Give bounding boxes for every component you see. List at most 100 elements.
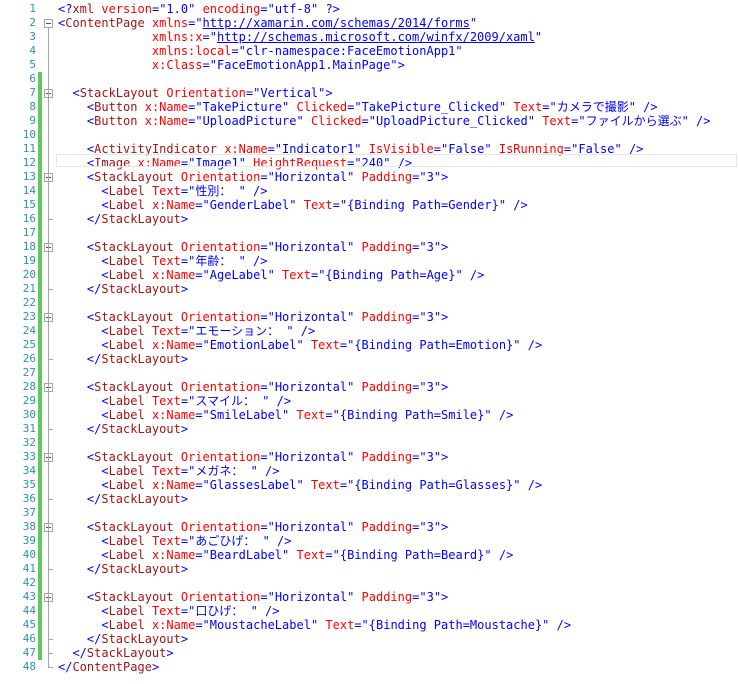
code-line[interactable]: 43 <StackLayout Orientation="Horizontal"… bbox=[0, 590, 738, 604]
code-line[interactable]: 40 <Label x:Name="BeardLabel" Text="{Bin… bbox=[0, 548, 738, 562]
code-text[interactable]: </StackLayout> bbox=[58, 212, 188, 226]
code-line[interactable]: 16 </StackLayout> bbox=[0, 212, 738, 226]
code-line[interactable]: 42 bbox=[0, 576, 738, 590]
code-text[interactable]: <Label Text="性別： " /> bbox=[58, 184, 267, 198]
code-text[interactable]: <Label x:Name="MoustacheLabel" Text="{Bi… bbox=[58, 618, 571, 632]
code-line[interactable]: 2 <ContentPage xmlns="http://xamarin.com/… bbox=[0, 16, 738, 30]
code-text[interactable]: <Label Text="年齢： " /> bbox=[58, 254, 267, 268]
code-text[interactable]: <StackLayout Orientation="Horizontal" Pa… bbox=[58, 520, 448, 534]
code-line[interactable]: 33 <StackLayout Orientation="Horizontal"… bbox=[0, 450, 738, 464]
code-line[interactable]: 1 <?xml version="1.0" encoding="utf-8" ?> bbox=[0, 2, 738, 16]
code-line[interactable]: 46 </StackLayout> bbox=[0, 632, 738, 646]
code-line[interactable]: 39 <Label Text="あごひげ： " /> bbox=[0, 534, 738, 548]
code-text[interactable]: <StackLayout Orientation="Horizontal" Pa… bbox=[58, 450, 448, 464]
code-line[interactable]: 31 </StackLayout> bbox=[0, 422, 738, 436]
code-text[interactable]: <Label Text="スマイル： " /> bbox=[58, 394, 291, 408]
code-line[interactable]: 17 bbox=[0, 226, 738, 240]
code-line[interactable]: 12 <Image x:Name="Image1" HeightRequest=… bbox=[0, 156, 738, 170]
code-text[interactable]: <Label Text="メガネ： " /> bbox=[58, 464, 279, 478]
xaml-code-editor[interactable]: 1 <?xml version="1.0" encoding="utf-8" ?>… bbox=[0, 0, 738, 684]
code-line[interactable]: 13 <StackLayout Orientation="Horizontal"… bbox=[0, 170, 738, 184]
code-text[interactable]: </StackLayout> bbox=[58, 492, 188, 506]
code-line[interactable]: 48 </ContentPage> bbox=[0, 660, 738, 674]
code-line[interactable]: 44 <Label Text="口ひげ： " /> bbox=[0, 604, 738, 618]
line-number: 1 bbox=[29, 2, 36, 15]
code-text[interactable]: <Button x:Name="UploadPicture" Clicked="… bbox=[58, 114, 711, 128]
code-line[interactable]: 30 <Label x:Name="SmileLabel" Text="{Bin… bbox=[0, 408, 738, 422]
code-line[interactable]: 36 </StackLayout> bbox=[0, 492, 738, 506]
code-line[interactable]: 24 <Label Text="エモーション： " /> bbox=[0, 324, 738, 338]
code-line[interactable]: 29 <Label Text="スマイル： " /> bbox=[0, 394, 738, 408]
code-text[interactable]: <Label x:Name="EmotionLabel" Text="{Bind… bbox=[58, 338, 542, 352]
code-line[interactable]: 27 bbox=[0, 366, 738, 380]
code-text[interactable]: </StackLayout> bbox=[58, 422, 188, 436]
code-text[interactable]: <StackLayout Orientation="Vertical"> bbox=[58, 86, 332, 100]
code-line[interactable]: 22 bbox=[0, 296, 738, 310]
code-line[interactable]: 15 <Label x:Name="GenderLabel" Text="{Bi… bbox=[0, 198, 738, 212]
code-text[interactable]: <ContentPage xmlns="http://xamarin.com/s… bbox=[58, 16, 477, 30]
code-token: Horizontal bbox=[274, 170, 348, 184]
code-text[interactable]: <Label x:Name="GlassesLabel" Text="{Bind… bbox=[58, 478, 542, 492]
code-line[interactable]: 41 </StackLayout> bbox=[0, 562, 738, 576]
url-link[interactable]: http://xamarin.com/schemas/2014/forms bbox=[203, 16, 470, 30]
code-text[interactable]: <StackLayout Orientation="Horizontal" Pa… bbox=[58, 590, 448, 604]
code-line[interactable]: 10 bbox=[0, 128, 738, 142]
code-line[interactable]: 7 <StackLayout Orientation="Vertical"> bbox=[0, 86, 738, 100]
code-line[interactable]: 6 bbox=[0, 72, 738, 86]
code-line[interactable]: 4 xmlns:local="clr-namespace:FaceEmotion… bbox=[0, 44, 738, 58]
code-text[interactable]: </ContentPage> bbox=[58, 660, 159, 674]
code-line[interactable]: 34 <Label Text="メガネ： " /> bbox=[0, 464, 738, 478]
code-line[interactable]: 20 <Label x:Name="AgeLabel" Text="{Bindi… bbox=[0, 268, 738, 282]
code-text[interactable]: xmlns:x="http://schemas.microsoft.com/wi… bbox=[58, 30, 542, 44]
code-line[interactable]: 18 <StackLayout Orientation="Horizontal"… bbox=[0, 240, 738, 254]
code-text[interactable]: </StackLayout> bbox=[58, 562, 188, 576]
code-text[interactable]: <Label x:Name="GenderLabel" Text="{Bindi… bbox=[58, 198, 527, 212]
code-text[interactable]: <StackLayout Orientation="Horizontal" Pa… bbox=[58, 170, 448, 184]
code-line[interactable]: 23 <StackLayout Orientation="Horizontal"… bbox=[0, 310, 738, 324]
code-text[interactable]: <Button x:Name="TakePicture" Clicked="Ta… bbox=[58, 100, 658, 114]
code-text[interactable]: <Label Text="あごひげ： " /> bbox=[58, 534, 291, 548]
code-text[interactable]: <Label x:Name="SmileLabel" Text="{Bindin… bbox=[58, 408, 513, 422]
code-text[interactable]: <Label x:Name="BeardLabel" Text="{Bindin… bbox=[58, 548, 513, 562]
code-line[interactable]: 38 <StackLayout Orientation="Horizontal"… bbox=[0, 520, 738, 534]
code-line[interactable]: 35 <Label x:Name="GlassesLabel" Text="{B… bbox=[0, 478, 738, 492]
code-line[interactable]: 3 xmlns:x="http://schemas.microsoft.com/… bbox=[0, 30, 738, 44]
code-text[interactable]: <Label Text="エモーション： " /> bbox=[58, 324, 315, 338]
code-line[interactable]: 45 <Label x:Name="MoustacheLabel" Text="… bbox=[0, 618, 738, 632]
code-line[interactable]: 9 <Button x:Name="UploadPicture" Clicked… bbox=[0, 114, 738, 128]
code-text[interactable]: </StackLayout> bbox=[58, 632, 188, 646]
code-token: = bbox=[260, 2, 268, 16]
line-number: 30 bbox=[22, 408, 36, 421]
code-line[interactable]: 37 bbox=[0, 506, 738, 520]
code-line[interactable]: 47 </StackLayout> bbox=[0, 646, 738, 660]
code-line[interactable]: 5 x:Class="FaceEmotionApp1.MainPage"> bbox=[0, 58, 738, 72]
code-line[interactable]: 21 </StackLayout> bbox=[0, 282, 738, 296]
url-link[interactable]: http://schemas.microsoft.com/winfx/2009/… bbox=[217, 30, 535, 44]
code-text[interactable]: </StackLayout> bbox=[58, 282, 188, 296]
code-text[interactable]: xmlns:local="clr-namespace:FaceEmotionAp… bbox=[58, 44, 463, 58]
code-line[interactable]: 28 <StackLayout Orientation="Horizontal"… bbox=[0, 380, 738, 394]
code-text[interactable]: <StackLayout Orientation="Horizontal" Pa… bbox=[58, 380, 448, 394]
code-line[interactable]: 26 </StackLayout> bbox=[0, 352, 738, 366]
code-line[interactable]: 32 bbox=[0, 436, 738, 450]
code-line[interactable]: 11 <ActivityIndicator x:Name="Indicator1… bbox=[0, 142, 738, 156]
code-line[interactable]: 14 <Label Text="性別： " /> bbox=[0, 184, 738, 198]
code-text[interactable]: <StackLayout Orientation="Horizontal" Pa… bbox=[58, 240, 448, 254]
code-text[interactable]: <Image x:Name="Image1" HeightRequest="24… bbox=[58, 156, 412, 170]
code-text[interactable]: <Label x:Name="AgeLabel" Text="{Binding … bbox=[58, 268, 484, 282]
code-text[interactable]: </StackLayout> bbox=[58, 646, 173, 660]
code-line[interactable]: 25 <Label x:Name="EmotionLabel" Text="{B… bbox=[0, 338, 738, 352]
code-line[interactable]: 8 <Button x:Name="TakePicture" Clicked="… bbox=[0, 100, 738, 114]
code-text[interactable]: x:Class="FaceEmotionApp1.MainPage"> bbox=[58, 58, 405, 72]
code-text[interactable]: <?xml version="1.0" encoding="utf-8" ?> bbox=[58, 2, 340, 16]
code-line[interactable]: 19 <Label Text="年齢： " /> bbox=[0, 254, 738, 268]
code-text[interactable]: <Label Text="口ひげ： " /> bbox=[58, 604, 279, 618]
code-text[interactable]: <ActivityIndicator x:Name="Indicator1" I… bbox=[58, 142, 643, 156]
code-text[interactable]: <StackLayout Orientation="Horizontal" Pa… bbox=[58, 310, 448, 324]
code-text[interactable]: </StackLayout> bbox=[58, 352, 188, 366]
